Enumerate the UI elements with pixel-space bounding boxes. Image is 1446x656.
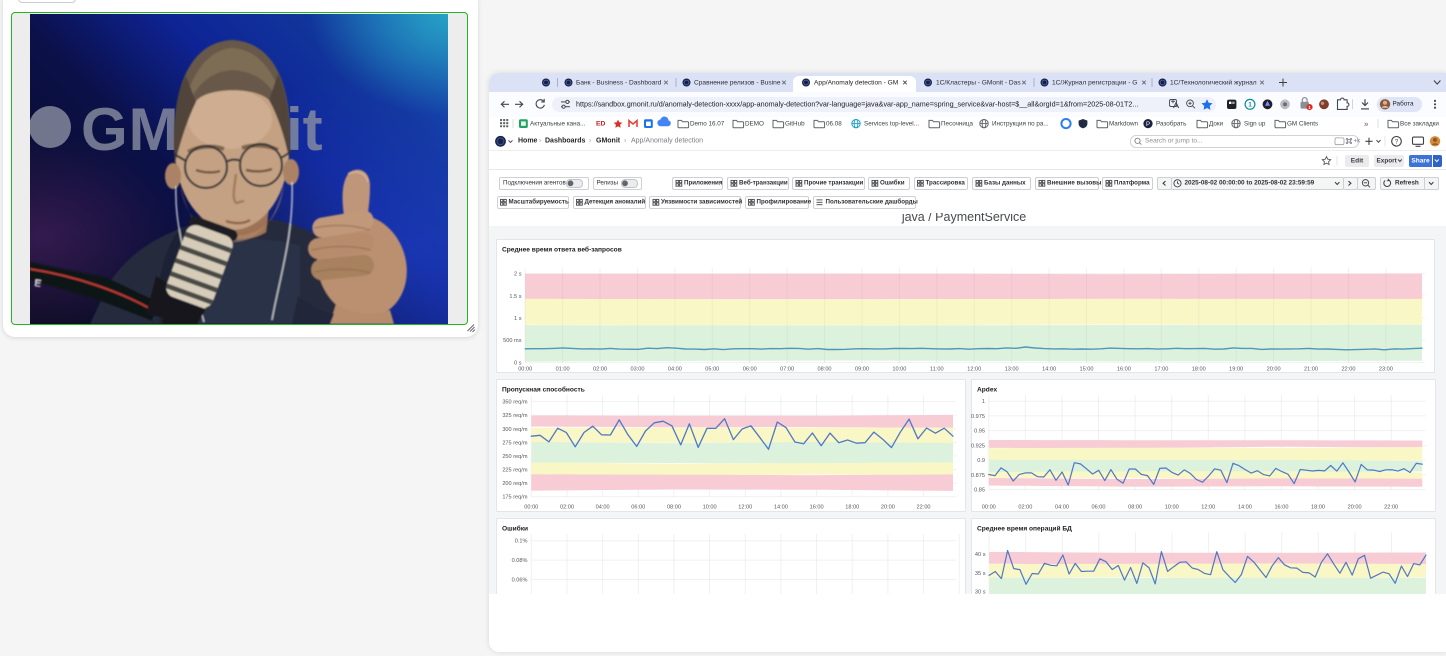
svg-text:03:00: 03:00	[630, 367, 644, 373]
svg-text:06:00: 06:00	[631, 504, 645, 510]
svg-text:225 req/m: 225 req/m	[502, 467, 528, 473]
svg-text:1: 1	[981, 399, 984, 405]
svg-text:22:00: 22:00	[916, 504, 930, 510]
svg-text:0.925: 0.925	[971, 443, 985, 449]
svg-text:04:00: 04:00	[667, 367, 681, 373]
svg-text:14:00: 14:00	[1042, 367, 1056, 373]
svg-text:20:00: 20:00	[880, 504, 894, 510]
svg-text:22:00: 22:00	[1341, 367, 1355, 373]
svg-text:00:00: 00:00	[981, 504, 995, 510]
svg-text:20:00: 20:00	[1266, 367, 1280, 373]
svg-text:05:00: 05:00	[705, 367, 719, 373]
svg-text:21:00: 21:00	[1304, 367, 1318, 373]
svg-text:250 req/m: 250 req/m	[502, 453, 528, 459]
svg-text:19:00: 19:00	[1229, 367, 1243, 373]
svg-text:12:00: 12:00	[738, 504, 752, 510]
svg-text:08:00: 08:00	[1128, 504, 1142, 510]
svg-text:0.1%: 0.1%	[514, 538, 527, 544]
svg-text:17:00: 17:00	[1154, 367, 1168, 373]
svg-text:35 s: 35 s	[974, 570, 985, 576]
svg-text:07:00: 07:00	[780, 367, 794, 373]
svg-text:300 req/m: 300 req/m	[502, 426, 528, 432]
svg-text:02:00: 02:00	[1018, 504, 1032, 510]
svg-text:325 req/m: 325 req/m	[502, 413, 528, 419]
svg-text:40 s: 40 s	[974, 552, 985, 558]
svg-text:08:00: 08:00	[666, 504, 680, 510]
svg-text:14:00: 14:00	[773, 504, 787, 510]
svg-text:12:00: 12:00	[967, 367, 981, 373]
svg-text:18:00: 18:00	[1311, 504, 1325, 510]
svg-text:200 req/m: 200 req/m	[502, 481, 528, 487]
svg-text:09:00: 09:00	[854, 367, 868, 373]
svg-text:18:00: 18:00	[1191, 367, 1205, 373]
svg-text:04:00: 04:00	[595, 504, 609, 510]
svg-text:18:00: 18:00	[845, 504, 859, 510]
svg-text:20:00: 20:00	[1347, 504, 1361, 510]
svg-text:22:00: 22:00	[1384, 504, 1398, 510]
svg-text:275 req/m: 275 req/m	[502, 440, 528, 446]
svg-text:0.975: 0.975	[971, 413, 985, 419]
svg-text:00:00: 00:00	[518, 367, 532, 373]
svg-text:it: it	[286, 96, 323, 163]
svg-text:30 s: 30 s	[974, 589, 985, 594]
svg-text:04:00: 04:00	[1054, 504, 1068, 510]
svg-text:02:00: 02:00	[559, 504, 573, 510]
svg-text:14:00: 14:00	[1237, 504, 1251, 510]
svg-text:0.9: 0.9	[977, 458, 985, 464]
svg-text:02:00: 02:00	[593, 367, 607, 373]
svg-text:0.08%: 0.08%	[511, 558, 527, 564]
svg-text:175 req/m: 175 req/m	[502, 494, 528, 500]
svg-text:500 ms: 500 ms	[503, 338, 522, 344]
svg-text:350 req/m: 350 req/m	[502, 399, 528, 405]
svg-text:00:00: 00:00	[524, 504, 538, 510]
svg-text:01:00: 01:00	[555, 367, 569, 373]
svg-text:GM: GM	[81, 96, 180, 163]
svg-text:23:00: 23:00	[1378, 367, 1392, 373]
svg-text:10:00: 10:00	[1164, 504, 1178, 510]
svg-text:0.875: 0.875	[971, 472, 985, 478]
svg-text:13:00: 13:00	[1004, 367, 1018, 373]
svg-text:16:00: 16:00	[1274, 504, 1288, 510]
svg-text:10:00: 10:00	[702, 504, 716, 510]
svg-text:08:00: 08:00	[817, 367, 831, 373]
svg-text:0 s: 0 s	[514, 360, 522, 366]
svg-text:10:00: 10:00	[892, 367, 906, 373]
svg-text:12:00: 12:00	[1201, 504, 1215, 510]
svg-text:06:00: 06:00	[1091, 504, 1105, 510]
svg-text:2 s: 2 s	[514, 272, 522, 278]
svg-text:0.85: 0.85	[974, 487, 985, 493]
svg-text:0.95: 0.95	[974, 428, 985, 434]
svg-text:16:00: 16:00	[1116, 367, 1130, 373]
svg-text:0.06%: 0.06%	[511, 577, 527, 583]
svg-text:15:00: 15:00	[1079, 367, 1093, 373]
svg-text:1 s: 1 s	[514, 316, 522, 322]
svg-text:06:00: 06:00	[742, 367, 756, 373]
svg-text:16:00: 16:00	[809, 504, 823, 510]
svg-text:1.5 s: 1.5 s	[509, 294, 521, 300]
svg-text:11:00: 11:00	[930, 367, 944, 373]
